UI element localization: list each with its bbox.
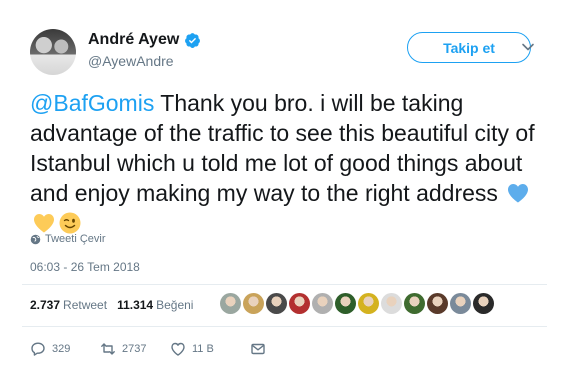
translate-tweet-link[interactable]: Tweeti Çevir <box>30 233 106 245</box>
reply-action[interactable]: 329 <box>30 341 100 357</box>
tweet-stats: 2.737 Retweet 11.314 Beğeni <box>30 298 193 312</box>
liker-avatars <box>220 293 494 314</box>
blue-heart-icon <box>508 184 529 203</box>
retweet-action[interactable]: 2737 <box>100 341 170 357</box>
retweet-stat[interactable]: 2.737 Retweet <box>30 298 107 312</box>
mention-link[interactable]: @BafGomis <box>30 90 154 116</box>
direct-message-action[interactable] <box>250 341 266 357</box>
follow-button[interactable]: Takip et <box>407 32 531 63</box>
liker-avatar[interactable] <box>289 293 310 314</box>
yellow-heart-icon <box>34 214 54 233</box>
tweet-timestamp[interactable]: 06:03 - 26 Tem 2018 <box>30 260 140 274</box>
tweet-actions: 329 2737 11 B <box>30 341 266 357</box>
liker-avatar[interactable] <box>266 293 287 314</box>
envelope-icon <box>251 343 265 355</box>
heart-icon <box>171 342 185 356</box>
chevron-down-icon[interactable] <box>521 40 535 54</box>
liker-avatar[interactable] <box>335 293 356 314</box>
retweet-stat-label: Retweet <box>63 298 108 312</box>
user-name[interactable]: André Ayew <box>88 31 179 49</box>
liker-avatar[interactable] <box>358 293 379 314</box>
liker-avatar[interactable] <box>404 293 425 314</box>
reply-count: 329 <box>52 343 71 355</box>
like-stat-label: Beğeni <box>156 298 194 312</box>
like-count: 11 B <box>192 343 214 355</box>
tweet-card: André Ayew @AyewAndre Takip et @BafGomis… <box>0 0 567 383</box>
retweet-stat-count: 2.737 <box>30 298 61 312</box>
liker-avatar[interactable] <box>473 293 494 314</box>
liker-avatar[interactable] <box>427 293 448 314</box>
user-name-row[interactable]: André Ayew <box>88 31 201 49</box>
user-handle[interactable]: @AyewAndre <box>88 53 174 69</box>
retweet-icon <box>101 343 115 355</box>
divider <box>22 284 547 285</box>
liker-avatar[interactable] <box>220 293 241 314</box>
globe-icon <box>30 234 41 244</box>
tweet-text: @BafGomis Thank you bro. i will be takin… <box>30 88 550 238</box>
retweet-count: 2737 <box>122 343 147 355</box>
liker-avatar[interactable] <box>381 293 402 314</box>
winking-face-icon <box>59 212 81 234</box>
like-action[interactable]: 11 B <box>170 341 250 357</box>
like-stat-count: 11.314 <box>117 298 154 312</box>
divider <box>22 326 547 327</box>
reply-icon <box>31 342 45 356</box>
translate-label[interactable]: Tweeti Çevir <box>45 233 106 245</box>
liker-avatar[interactable] <box>312 293 333 314</box>
verified-badge-icon <box>185 32 201 48</box>
avatar[interactable] <box>30 29 76 75</box>
liker-avatar[interactable] <box>450 293 471 314</box>
liker-avatar[interactable] <box>243 293 264 314</box>
like-stat[interactable]: 11.314 Beğeni <box>117 298 193 312</box>
